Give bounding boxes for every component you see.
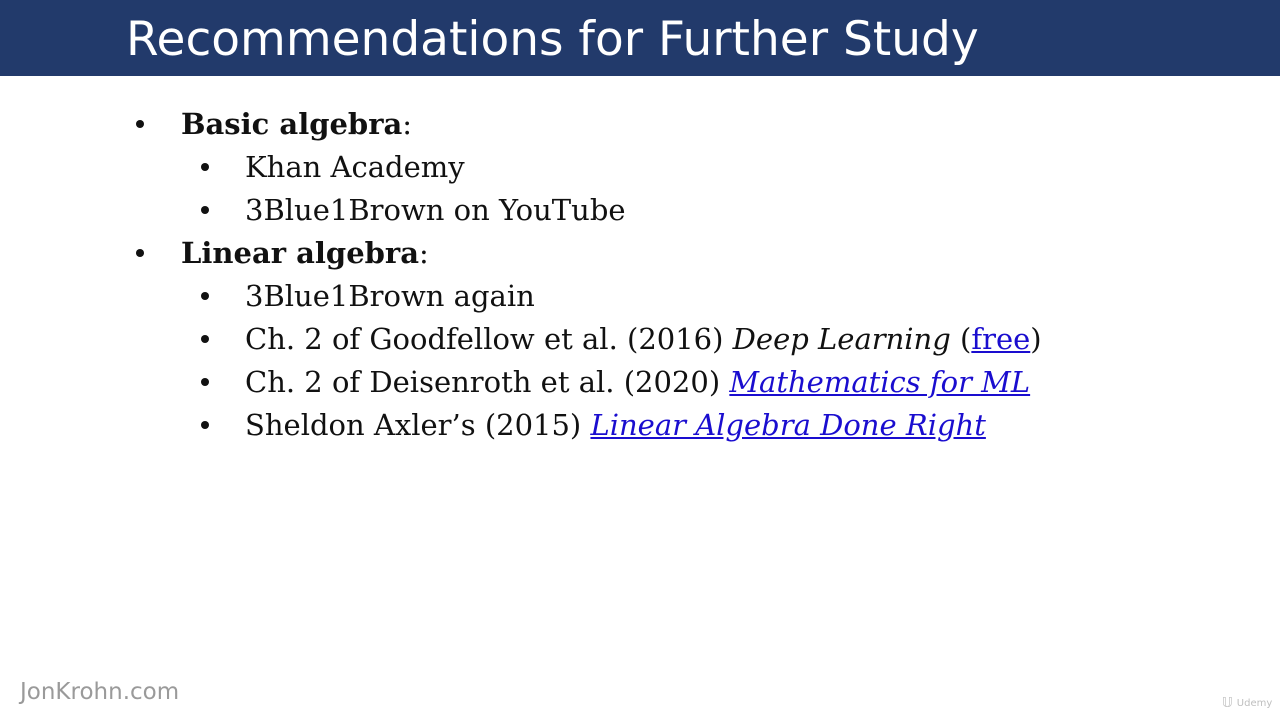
- item-text: Khan Academy: [245, 150, 465, 184]
- list-item-basic-algebra: Basic algebra:: [181, 103, 412, 145]
- bullet-icon: [136, 249, 144, 257]
- book-title: Deep Learning: [732, 322, 951, 356]
- item-heading: Linear algebra: [181, 236, 419, 270]
- list-item-khan-academy: Khan Academy: [245, 146, 465, 188]
- bullet-icon: [201, 292, 209, 300]
- watermark-text: Udemy: [1236, 698, 1273, 709]
- list-item-goodfellow: Ch. 2 of Goodfellow et al. (2016) Deep L…: [245, 318, 1042, 360]
- item-colon: :: [419, 236, 429, 270]
- bullet-icon: [201, 335, 209, 343]
- linear-algebra-done-right-link[interactable]: Linear Algebra Done Right: [590, 408, 985, 442]
- mathematics-for-ml-link[interactable]: Mathematics for ML: [729, 365, 1030, 399]
- udemy-logo-icon: 𝕌: [1222, 696, 1233, 711]
- item-text: 3Blue1Brown on YouTube: [245, 193, 626, 227]
- slide-content: Basic algebra: Khan Academy 3Blue1Brown …: [0, 0, 1280, 720]
- list-item-deisenroth: Ch. 2 of Deisenroth et al. (2020) Mathem…: [245, 361, 1030, 403]
- bullet-icon: [136, 120, 144, 128]
- list-item-3blue1brown-youtube: 3Blue1Brown on YouTube: [245, 189, 626, 231]
- item-heading: Basic algebra: [181, 107, 403, 141]
- bullet-icon: [201, 421, 209, 429]
- item-text: Ch. 2 of Goodfellow et al. (2016): [245, 322, 733, 356]
- paren-open: (: [950, 322, 972, 356]
- item-text: 3Blue1Brown again: [245, 279, 535, 313]
- slide: Recommendations for Further Study Basic …: [0, 0, 1280, 720]
- paren-close: ): [1030, 322, 1042, 356]
- footer-brand: JonKrohn.com: [20, 679, 180, 705]
- list-item-axler: Sheldon Axler’s (2015) Linear Algebra Do…: [245, 404, 986, 446]
- bullet-icon: [201, 378, 209, 386]
- item-colon: :: [402, 107, 413, 141]
- item-text: Sheldon Axler’s (2015): [245, 408, 591, 442]
- list-item-3blue1brown-again: 3Blue1Brown again: [245, 275, 535, 317]
- bullet-icon: [201, 163, 209, 171]
- watermark: 𝕌 Udemy: [1222, 696, 1272, 712]
- list-item-linear-algebra: Linear algebra:: [181, 232, 429, 274]
- bullet-icon: [201, 206, 209, 214]
- item-text: Ch. 2 of Deisenroth et al. (2020): [245, 365, 730, 399]
- free-link[interactable]: free: [971, 322, 1030, 356]
